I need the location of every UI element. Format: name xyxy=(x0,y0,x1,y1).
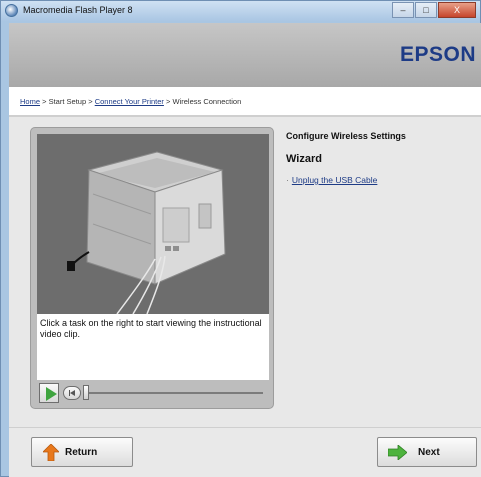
breadcrumb-separator: > xyxy=(88,97,93,106)
main-area: Click a task on the right to start viewi… xyxy=(9,117,481,427)
play-button[interactable] xyxy=(39,383,59,403)
section-heading: Configure Wireless Settings xyxy=(286,131,406,141)
rewind-button[interactable] xyxy=(63,386,81,400)
breadcrumb-current: Wireless Connection xyxy=(172,97,242,106)
breadcrumb-start-setup: Start Setup xyxy=(48,97,87,106)
window-title: Macromedia Flash Player 8 xyxy=(23,5,133,15)
title-bar[interactable]: Macromedia Flash Player 8 – □ X xyxy=(1,1,480,21)
return-button[interactable]: Return xyxy=(31,437,133,467)
app-window: Macromedia Flash Player 8 – □ X EPSON Ho… xyxy=(0,0,481,477)
maximize-button[interactable]: □ xyxy=(415,2,437,18)
breadcrumb-bar: Home > Start Setup > Connect Your Printe… xyxy=(9,87,481,115)
printer-illustration xyxy=(37,134,269,315)
next-label: Next xyxy=(418,447,440,458)
breadcrumb-home-link[interactable]: Home xyxy=(20,97,40,106)
footer-bar: Return Next xyxy=(9,427,481,477)
breadcrumb-separator: > xyxy=(166,97,171,106)
breadcrumb: Home > Start Setup > Connect Your Printe… xyxy=(20,97,241,106)
next-button[interactable]: Next xyxy=(377,437,477,467)
installer-content: EPSON Home > Start Setup > Connect Your … xyxy=(9,23,481,477)
bullet: · xyxy=(286,175,289,185)
unplug-usb-cable-link[interactable]: Unplug the USB Cable xyxy=(292,175,378,185)
window-controls: – □ X xyxy=(391,2,476,19)
breadcrumb-connect-printer-link[interactable]: Connect Your Printer xyxy=(95,97,164,106)
task-item: · Unplug the USB Cable xyxy=(286,175,476,185)
video-controls xyxy=(37,382,269,404)
minimize-button[interactable]: – xyxy=(392,2,414,18)
close-button[interactable]: X xyxy=(438,2,476,18)
video-screen[interactable] xyxy=(37,134,269,315)
header-banner: EPSON xyxy=(9,23,481,87)
seek-thumb[interactable] xyxy=(83,385,89,400)
seek-track[interactable] xyxy=(87,392,263,394)
video-player: Click a task on the right to start viewi… xyxy=(30,127,274,409)
wizard-heading: Wizard xyxy=(286,153,322,165)
video-caption: Click a task on the right to start viewi… xyxy=(37,314,269,380)
epson-logo: EPSON xyxy=(399,43,476,66)
return-label: Return xyxy=(65,447,98,458)
task-panel: Configure Wireless Settings Wizard · Unpl… xyxy=(286,129,476,185)
right-arrow-icon xyxy=(388,445,407,460)
up-arrow-icon xyxy=(43,444,59,461)
breadcrumb-separator: > xyxy=(42,97,47,106)
flash-player-icon xyxy=(5,4,18,17)
